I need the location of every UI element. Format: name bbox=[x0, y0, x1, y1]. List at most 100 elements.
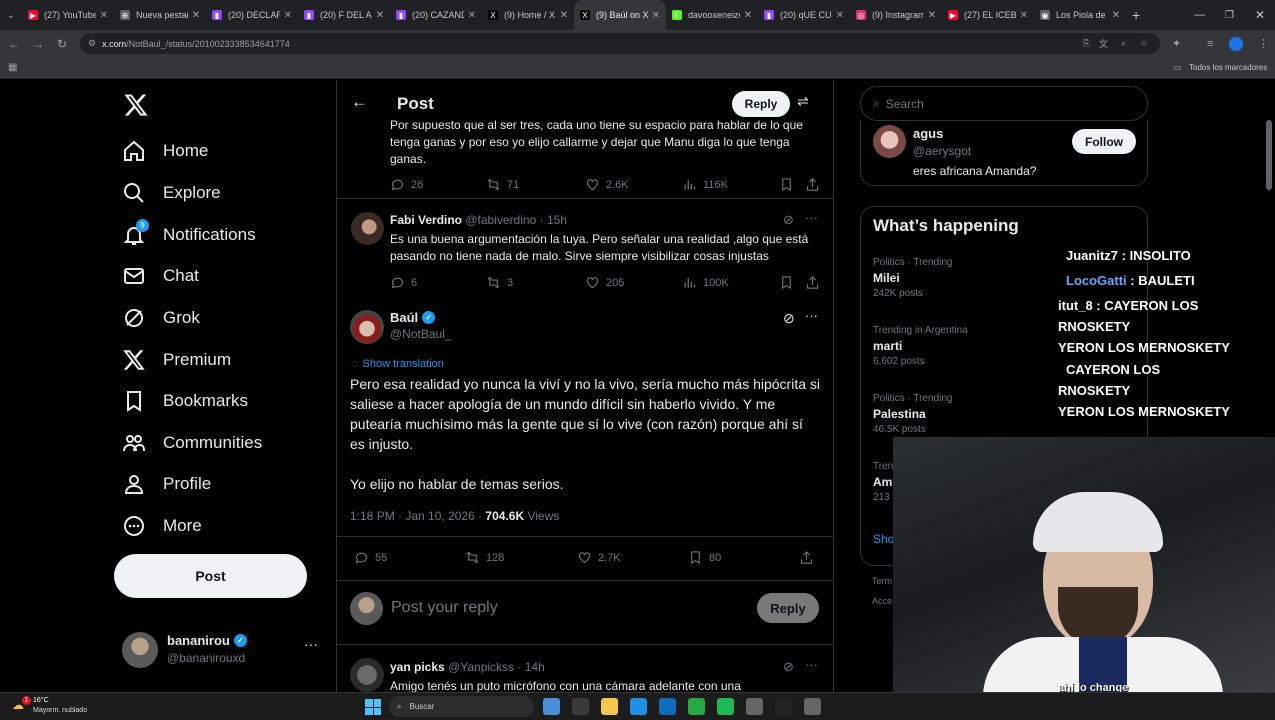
profile-avatar-icon[interactable] bbox=[1229, 37, 1243, 51]
spotify-icon[interactable] bbox=[717, 698, 734, 715]
url-bar[interactable]: ⚙ x.com /NotBaul_/status/201002333853464… bbox=[80, 33, 1160, 54]
views-button[interactable]: 100K bbox=[682, 275, 729, 290]
star-icon[interactable]: ☆ bbox=[1140, 38, 1148, 49]
grok-icon[interactable]: ⊘ bbox=[783, 659, 794, 675]
tab-close-icon[interactable]: ✕ bbox=[928, 10, 936, 21]
author-avatar[interactable] bbox=[350, 310, 384, 344]
next-reply-time[interactable]: 14h bbox=[525, 660, 545, 674]
app-icon[interactable] bbox=[804, 698, 821, 715]
taskbar-search[interactable]: ⌕ Buscar bbox=[389, 696, 534, 717]
like-button[interactable]: 205 bbox=[585, 275, 624, 290]
reply-button[interactable]: 55 bbox=[354, 550, 387, 565]
grok-icon[interactable]: ⊘ bbox=[783, 212, 794, 228]
browser-tab[interactable]: ◎ (9) Instagram ✕ bbox=[850, 0, 942, 30]
reply-settings-icon[interactable]: ⇌ bbox=[797, 93, 809, 110]
reply-author-name[interactable]: Fabi Verdino bbox=[390, 213, 462, 227]
translate-icon[interactable]: 文 bbox=[1099, 37, 1108, 50]
browser-tab[interactable]: ▶ (27) YouTube ✕ bbox=[22, 0, 114, 30]
zoom-icon[interactable]: ⌕ bbox=[1121, 38, 1126, 49]
store-icon[interactable] bbox=[659, 698, 676, 715]
close-window-button[interactable]: ✕ bbox=[1255, 8, 1265, 22]
repost-button[interactable]: 71 bbox=[486, 177, 519, 192]
reply-time[interactable]: 15h bbox=[547, 213, 567, 227]
browser-menu-icon[interactable]: ⋮ bbox=[1258, 37, 1269, 50]
next-reply-name[interactable]: yan picks bbox=[390, 660, 445, 674]
post-timestamp[interactable]: 1:18 PM · Jan 10, 2026 · bbox=[350, 509, 485, 523]
folder-icon[interactable] bbox=[601, 698, 618, 715]
share-button[interactable] bbox=[805, 177, 826, 192]
share-button[interactable] bbox=[799, 550, 820, 565]
next-reply-more-icon[interactable]: ··· bbox=[805, 657, 818, 672]
sidebar-item-notifications[interactable]: 9 Notifications bbox=[122, 217, 256, 253]
trend-item[interactable]: Politics · Trending Palestina 46.5K posts bbox=[873, 393, 952, 435]
browser-tab[interactable]: ▶ (27) EL ICEBE ✕ bbox=[942, 0, 1034, 30]
reply-button[interactable]: 6 bbox=[390, 275, 417, 290]
sidebar-item-communities[interactable]: Communities bbox=[122, 425, 262, 461]
trend-item[interactable]: Politics · Trending Milei 242K posts bbox=[873, 257, 952, 299]
next-reply-avatar[interactable] bbox=[350, 658, 384, 692]
tab-close-icon[interactable]: ✕ bbox=[284, 10, 292, 21]
minimize-button[interactable]: — bbox=[1194, 9, 1205, 21]
author-name[interactable]: Baúl bbox=[390, 310, 418, 325]
tab-close-icon[interactable]: ✕ bbox=[560, 10, 568, 21]
bookmark-button[interactable] bbox=[779, 275, 800, 290]
header-reply-button[interactable]: Reply bbox=[732, 91, 790, 117]
browser-tab[interactable]: ▮ (20) CAZANDO ✕ bbox=[390, 0, 482, 30]
site-info-icon[interactable]: ⚙ bbox=[88, 38, 96, 49]
bookmark-button[interactable]: 80 bbox=[688, 550, 721, 565]
browser-tab[interactable]: X (9) Home / X ✕ bbox=[482, 0, 574, 30]
sidebar-item-home[interactable]: Home bbox=[122, 133, 208, 169]
tab-close-icon[interactable]: ✕ bbox=[192, 10, 200, 21]
x-logo-icon[interactable] bbox=[123, 92, 149, 118]
tab-close-icon[interactable]: ✕ bbox=[100, 10, 108, 21]
footer-terms[interactable]: Term bbox=[872, 576, 892, 586]
author-handle[interactable]: @NotBaul_ bbox=[390, 327, 452, 341]
task-view-icon[interactable] bbox=[572, 698, 589, 715]
new-tab-button[interactable]: + bbox=[1132, 7, 1140, 23]
apps-grid-icon[interactable]: ▦ bbox=[8, 62, 17, 73]
tab-close-icon[interactable]: ✕ bbox=[744, 10, 752, 21]
tab-close-icon[interactable]: ✕ bbox=[1112, 10, 1120, 21]
like-button[interactable]: 2.7K bbox=[577, 550, 621, 565]
show-translation-link[interactable]: Show translation bbox=[363, 358, 444, 370]
sidebar-item-more[interactable]: More bbox=[122, 508, 202, 544]
suggested-handle[interactable]: @aerysgot bbox=[913, 144, 971, 158]
sidebar-item-premium[interactable]: Premium bbox=[122, 342, 231, 378]
post-button[interactable]: Post bbox=[114, 554, 307, 598]
forward-arrow-icon[interactable]: → bbox=[26, 37, 50, 51]
search-input[interactable]: ⌕ Search bbox=[860, 86, 1148, 121]
suggested-name[interactable]: agus bbox=[913, 126, 943, 141]
browser-tab[interactable]: ◉ Los Piola de ✕ bbox=[1034, 0, 1126, 30]
repost-button[interactable]: 3 bbox=[486, 275, 513, 290]
settings-icon[interactable] bbox=[746, 698, 763, 715]
show-more-link[interactable]: Sho bbox=[873, 532, 894, 546]
views-button[interactable]: 116K bbox=[682, 177, 728, 192]
browser-tab[interactable]: ▮ (20) qUE CUL ✕ bbox=[758, 0, 850, 30]
footer-accessibility[interactable]: Acce bbox=[872, 596, 892, 606]
tab-close-icon[interactable]: ✕ bbox=[836, 10, 844, 21]
tab-search-icon[interactable]: ⌄ bbox=[0, 10, 22, 21]
browser-tab[interactable]: ▮ (20) F DEL AR ✕ bbox=[298, 0, 390, 30]
post-more-icon[interactable]: ··· bbox=[805, 308, 818, 323]
browser-tab[interactable]: ⊕ Nueva pestaña ✕ bbox=[114, 0, 206, 30]
app-icon[interactable] bbox=[775, 698, 792, 715]
back-arrow-icon[interactable]: ← bbox=[2, 37, 26, 51]
repost-button[interactable]: 128 bbox=[465, 550, 504, 565]
sidebar-item-profile[interactable]: Profile bbox=[122, 466, 211, 502]
sidebar-item-grok[interactable]: Grok bbox=[122, 300, 200, 336]
browser-tab[interactable]: X (9) Baúl on X ✕ bbox=[574, 0, 666, 30]
account-more-icon[interactable]: ··· bbox=[304, 636, 318, 652]
trend-item[interactable]: Tren Am 213 bbox=[873, 461, 893, 503]
sidebar-item-explore[interactable]: Explore bbox=[122, 175, 221, 211]
suggested-avatar[interactable] bbox=[873, 125, 906, 158]
bookmark-button[interactable] bbox=[779, 177, 800, 192]
next-reply-handle[interactable]: @Yanpickss bbox=[448, 660, 514, 674]
sidebar-item-bookmarks[interactable]: Bookmarks bbox=[122, 383, 248, 419]
extensions-icon[interactable]: ✦ bbox=[1172, 37, 1181, 50]
reply-button[interactable]: 26 bbox=[390, 177, 423, 192]
grok-icon[interactable]: ⊘ bbox=[783, 310, 795, 327]
weather-widget[interactable]: ☁ 1 16°C Mayorm. nublado bbox=[10, 696, 130, 718]
reload-icon[interactable]: ↻ bbox=[50, 37, 74, 51]
reply-avatar[interactable] bbox=[351, 212, 384, 245]
install-icon[interactable]: ⎘ bbox=[1083, 38, 1090, 49]
